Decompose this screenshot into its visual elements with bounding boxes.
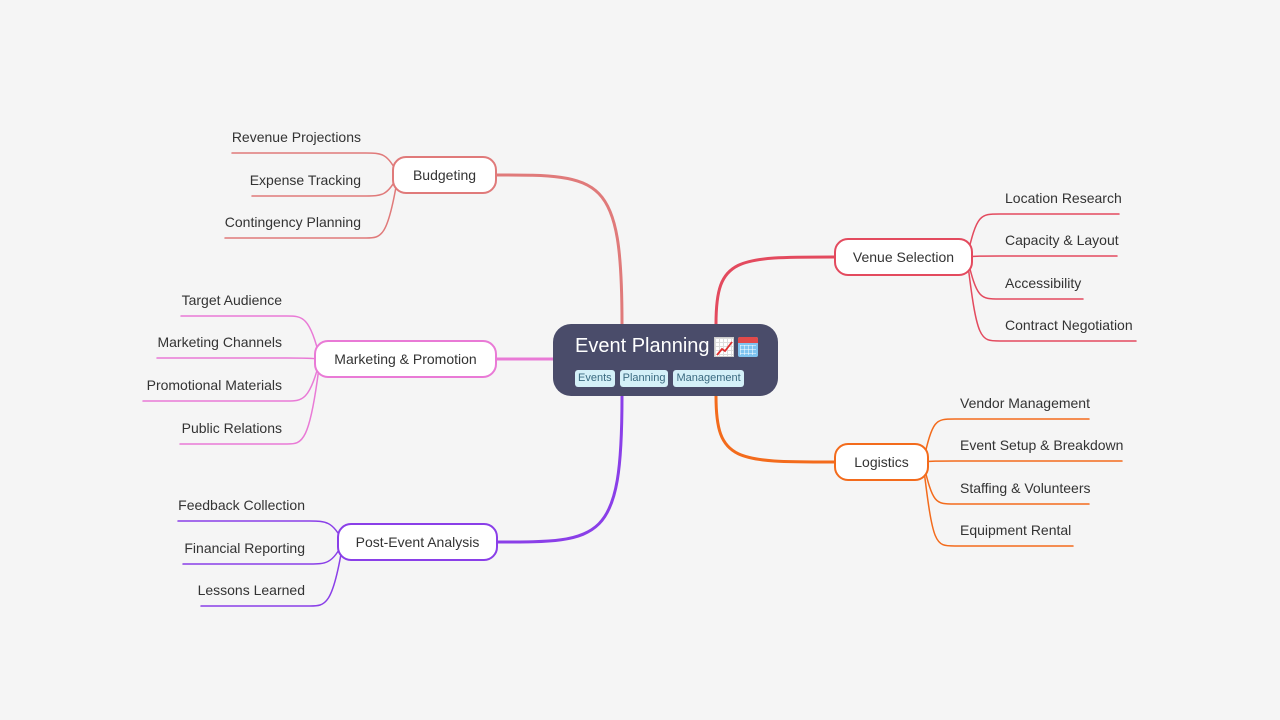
leaf-node[interactable]: Vendor Management (960, 394, 1090, 412)
tag-list: Events Planning Management (575, 370, 744, 387)
root-title: Event Planning (575, 335, 710, 357)
branch-connector (714, 255, 836, 326)
branch-connector (495, 173, 624, 326)
branch-node-logistics[interactable]: Logistics (834, 443, 929, 481)
branch-label: Post-Event Analysis (355, 534, 480, 550)
leaf-node[interactable]: Location Research (1005, 189, 1122, 207)
leaf-connector (922, 460, 1123, 463)
branch-connector (496, 394, 624, 544)
tag-management[interactable]: Management (673, 370, 744, 387)
leaf-node[interactable]: Staffing & Volunteers (960, 479, 1091, 497)
leaf-node[interactable]: Public Relations (182, 419, 282, 437)
branch-label: Marketing & Promotion (334, 351, 477, 367)
leaf-connector (966, 255, 1118, 258)
leaf-node[interactable]: Expense Tracking (250, 171, 361, 189)
leaf-node[interactable]: Equipment Rental (960, 521, 1071, 539)
leaf-node[interactable]: Lessons Learned (198, 581, 305, 599)
branch-node-post-event[interactable]: Post-Event Analysis (337, 523, 498, 561)
leaf-node[interactable]: Accessibility (1005, 274, 1081, 292)
branch-node-budgeting[interactable]: Budgeting (392, 156, 497, 194)
branch-label: Venue Selection (852, 249, 955, 265)
leaf-node[interactable]: Capacity & Layout (1005, 231, 1119, 249)
leaf-node[interactable]: Marketing Channels (157, 333, 282, 351)
tag-events[interactable]: Events (575, 370, 615, 387)
chart-increasing-icon (713, 336, 734, 357)
leaf-connector (156, 357, 321, 360)
leaf-node[interactable]: Revenue Projections (232, 128, 361, 146)
branch-label: Logistics (854, 454, 909, 470)
calendar-icon (737, 336, 758, 357)
leaf-node[interactable]: Promotional Materials (147, 376, 282, 394)
branch-node-marketing[interactable]: Marketing & Promotion (314, 340, 497, 378)
leaf-node[interactable]: Contract Negotiation (1005, 316, 1133, 334)
leaf-node[interactable]: Target Audience (182, 291, 282, 309)
leaf-node[interactable]: Event Setup & Breakdown (960, 436, 1123, 454)
root-node[interactable]: Event Planning Events Planning Managemen… (553, 324, 778, 396)
leaf-node[interactable]: Contingency Planning (225, 213, 361, 231)
branch-connector (714, 394, 836, 464)
branch-node-venue[interactable]: Venue Selection (834, 238, 973, 276)
leaf-node[interactable]: Feedback Collection (178, 496, 305, 514)
branch-label: Budgeting (412, 167, 477, 183)
tag-planning[interactable]: Planning (619, 370, 669, 387)
leaf-node[interactable]: Financial Reporting (184, 539, 305, 557)
